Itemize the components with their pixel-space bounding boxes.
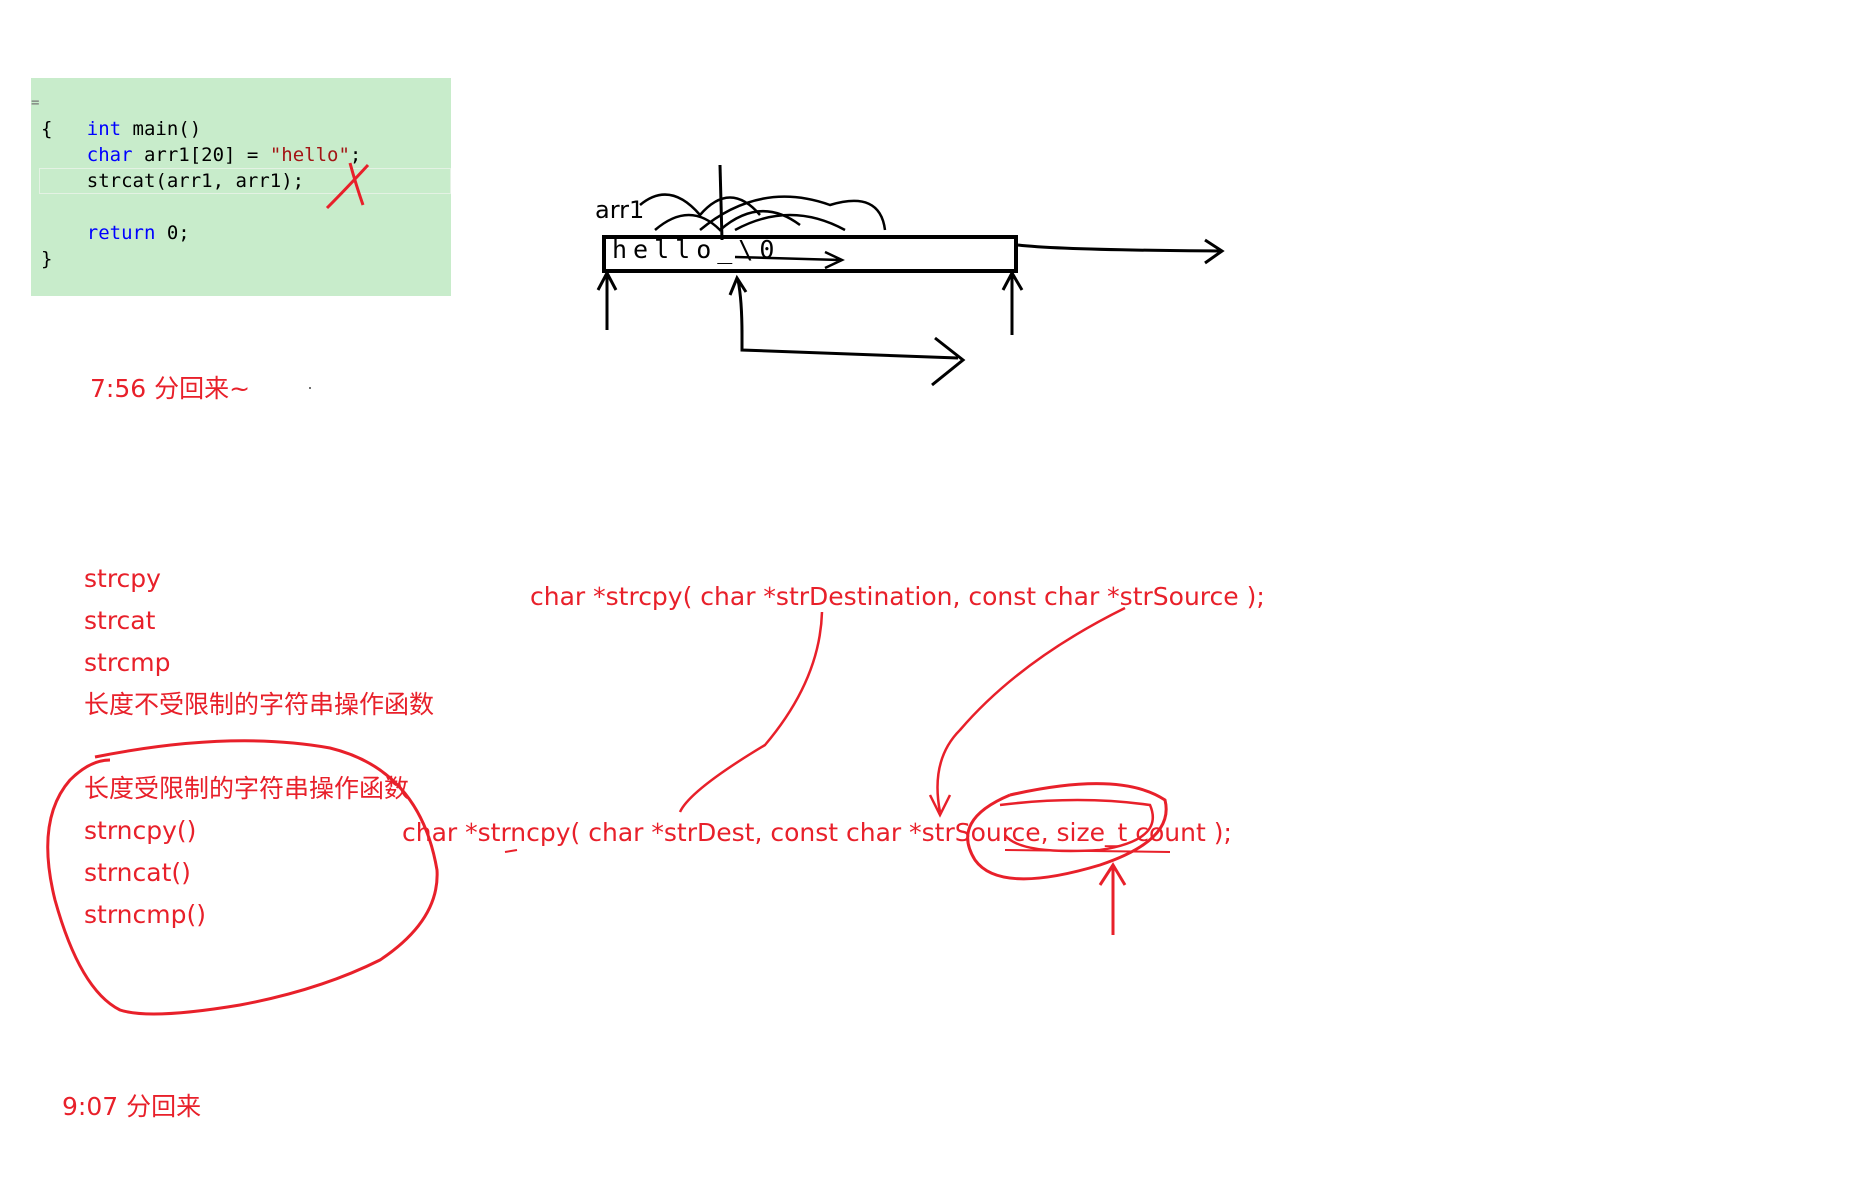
bottom-arrow xyxy=(740,330,966,387)
copy-loop-3 xyxy=(699,195,887,231)
mid-pointer-arrow xyxy=(728,274,748,336)
limited-funcs-title: 长度受限制的字符串操作函数 xyxy=(84,774,410,803)
code-text: 0; xyxy=(155,222,190,244)
code-line-1: = int main() xyxy=(31,90,451,140)
code-string: "hello" xyxy=(269,144,350,166)
right-pointer-arrow xyxy=(1001,269,1024,335)
break-time-note-2: 9:07 分回来 xyxy=(62,1092,202,1121)
count-underline xyxy=(1004,849,1171,853)
code-line-3: char arr1[20] = "hello"; xyxy=(31,142,451,168)
func-strncmp: strncmp() xyxy=(84,900,206,929)
code-line-2: { xyxy=(31,116,451,142)
code-text: strcat(arr1, arr1); xyxy=(86,170,305,192)
strsource-link-arrow xyxy=(928,606,1126,818)
code-line-6: return 0; xyxy=(31,220,451,246)
stray-dot xyxy=(309,387,311,389)
copy-loop-1 xyxy=(639,193,761,217)
left-pointer-arrow xyxy=(596,269,618,330)
break-time-note-1: 7:56 分回来~ xyxy=(90,374,251,403)
code-keyword: return xyxy=(86,222,156,244)
strcpy-prototype: char *strcpy( char *strDestination, cons… xyxy=(530,582,1265,611)
vertical-cursor-line xyxy=(718,164,724,241)
unlimited-funcs-title: 长度不受限制的字符串操作函数 xyxy=(84,690,435,719)
small-dash-mark xyxy=(504,849,518,853)
func-strcpy: strcpy xyxy=(84,564,161,593)
strdest-link-curve xyxy=(678,611,824,813)
fold-marker-icon: = xyxy=(31,95,40,111)
func-strncat: strncat() xyxy=(84,858,191,887)
code-line-4-current[interactable]: strcat(arr1, arr1); xyxy=(39,168,451,194)
right-overflow-arrow xyxy=(1017,238,1225,265)
code-snippet-panel: = int main() { char arr1[20] = "hello"; s… xyxy=(31,78,451,296)
func-strcat: strcat xyxy=(84,606,156,635)
code-line-7: } xyxy=(31,246,451,272)
count-pointer-arrow xyxy=(1098,862,1127,935)
func-strcmp: strcmp xyxy=(84,648,171,677)
code-text: } xyxy=(41,248,53,270)
code-text: { xyxy=(41,118,53,140)
code-text: ; xyxy=(349,144,362,166)
func-strncpy: strncpy() xyxy=(84,816,197,845)
code-text: arr1[20] = xyxy=(132,144,270,166)
array-name-label: arr1 xyxy=(595,196,645,224)
strncpy-prototype: char *strncpy( char *strDest, const char… xyxy=(402,818,1232,847)
copy-loop-2 xyxy=(654,210,801,232)
code-keyword: char xyxy=(86,144,133,166)
copy-loop-4 xyxy=(734,213,846,232)
array-cells-text: hello_\0 xyxy=(612,235,781,264)
